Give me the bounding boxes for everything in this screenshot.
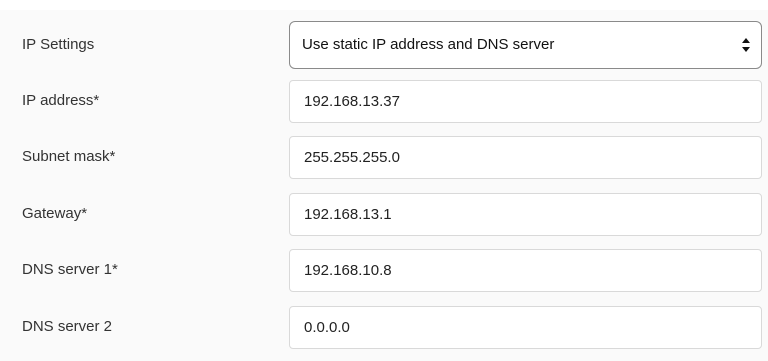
panel-top-edge — [0, 0, 768, 10]
dns-server-2-input[interactable] — [289, 306, 762, 349]
ip-settings-label: IP Settings — [22, 36, 95, 53]
ip-settings-panel: IP Settings Use static IP address and DN… — [0, 0, 768, 361]
dns-server-1-input[interactable] — [289, 249, 762, 292]
ip-address-input[interactable] — [289, 80, 762, 123]
subnet-mask-input[interactable] — [289, 136, 762, 179]
dns-server-2-label: DNS server 2 — [22, 318, 113, 335]
ip-settings-select[interactable]: Use static IP address and DNS server — [289, 21, 762, 69]
gateway-label: Gateway* — [22, 205, 88, 222]
up-down-chevron-icon — [742, 38, 750, 52]
ip-settings-selected-value: Use static IP address and DNS server — [302, 36, 555, 53]
ip-address-label: IP address* — [22, 92, 100, 109]
gateway-input[interactable] — [289, 193, 762, 236]
subnet-mask-label: Subnet mask* — [22, 148, 116, 165]
dns-server-1-label: DNS server 1* — [22, 261, 118, 278]
